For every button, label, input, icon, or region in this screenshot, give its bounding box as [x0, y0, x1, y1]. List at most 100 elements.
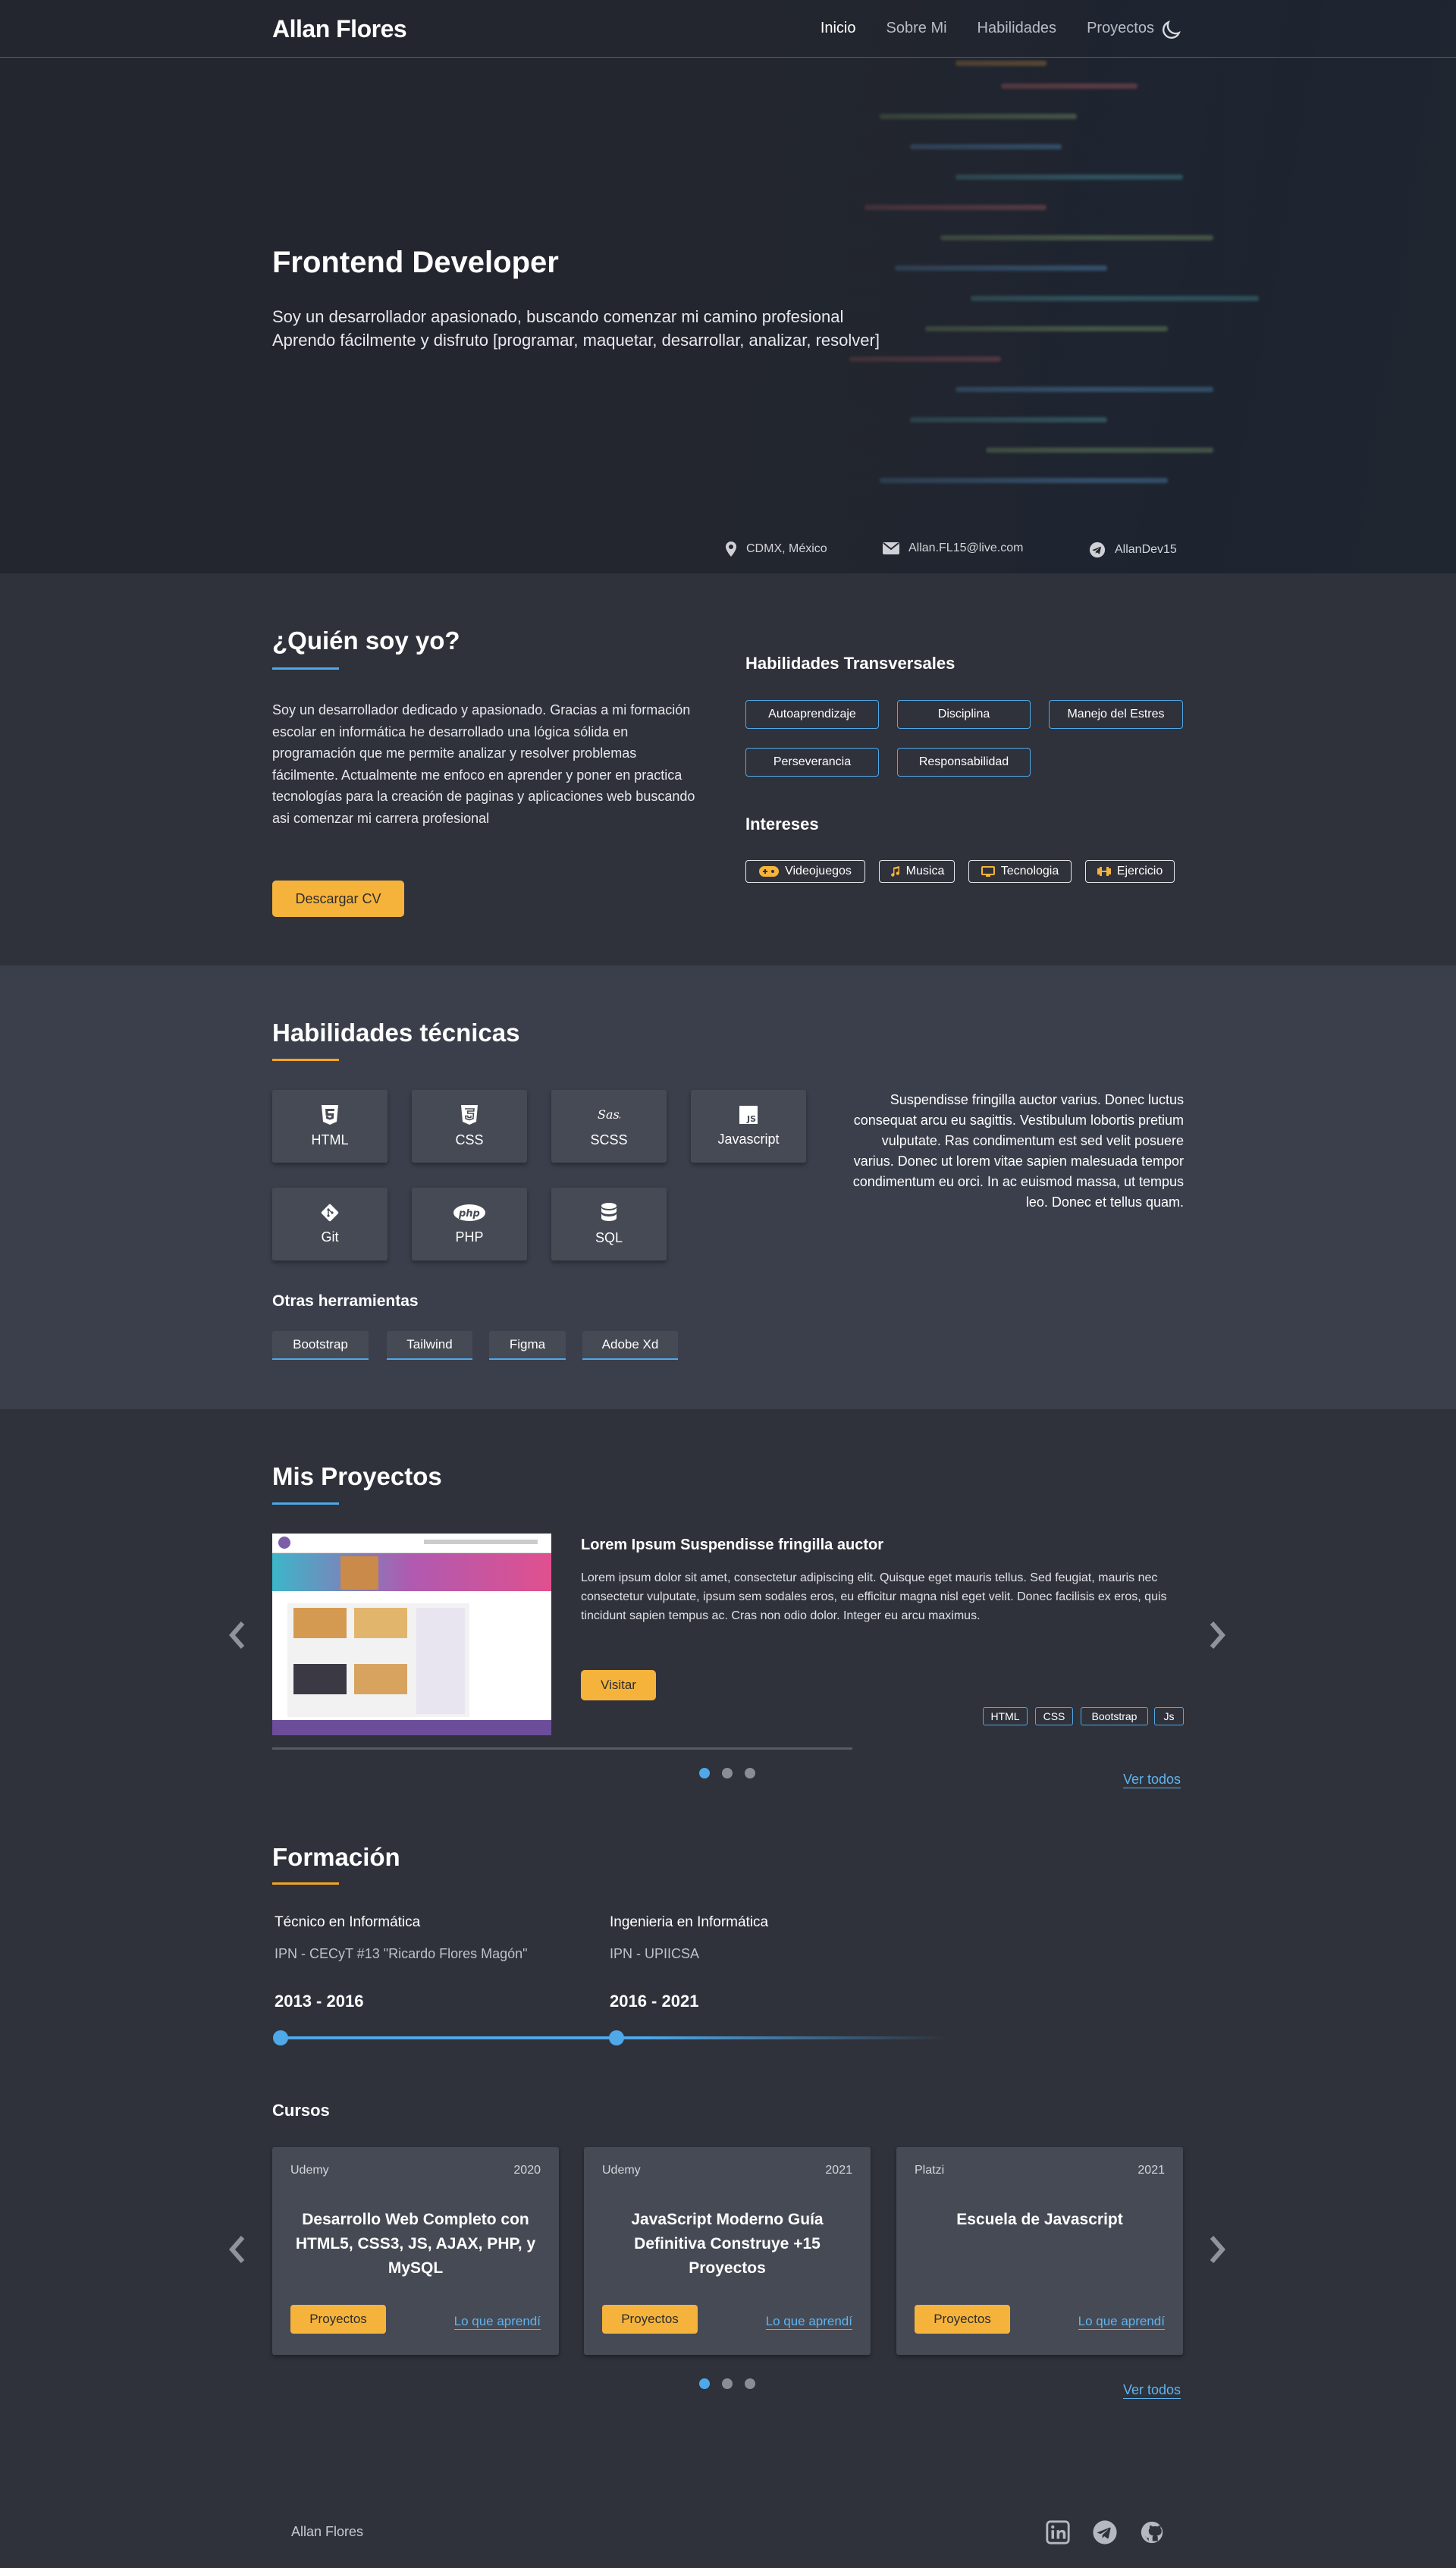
- course-platform: Udemy: [290, 2164, 329, 2177]
- carousel-progress-track: [272, 1747, 852, 1750]
- telegram-info: AllanDev15: [1089, 542, 1177, 558]
- carousel-prev-icon[interactable]: [226, 1620, 249, 1650]
- hero-subtitle: Soy un desarrollador apasionado, buscand…: [272, 305, 880, 352]
- education-years: 2016 - 2021: [610, 1992, 699, 2011]
- course-name: JavaScript Moderno Guía Definitiva Const…: [631, 2211, 824, 2277]
- about-title: ¿Quién soy yo?: [272, 626, 460, 655]
- download-cv-button[interactable]: Descargar CV: [272, 881, 404, 917]
- nav-link-habilidades[interactable]: Habilidades: [977, 20, 1057, 37]
- brand-logo[interactable]: Allan Flores: [272, 15, 407, 43]
- visit-button[interactable]: Visitar: [581, 1670, 656, 1700]
- nav-link-proyectos[interactable]: Proyectos: [1087, 20, 1154, 37]
- courses-prev-icon[interactable]: [226, 2234, 249, 2265]
- courses-see-all-link[interactable]: Ver todos: [1123, 2381, 1181, 2399]
- skill-card-javascript: JS Javascript: [691, 1090, 806, 1163]
- soft-skill-tag: Responsabilidad: [897, 748, 1031, 777]
- skill-card-css: CSS: [412, 1090, 527, 1163]
- hero-title: Frontend Developer: [272, 246, 559, 279]
- svg-text:php: php: [458, 1208, 480, 1220]
- course-learned-link[interactable]: Lo que aprendí: [1078, 2314, 1165, 2330]
- carousel-dot[interactable]: [722, 1768, 733, 1778]
- courses-carousel-dot[interactable]: [699, 2378, 710, 2389]
- hero-section: [0, 0, 1456, 573]
- css3-icon: [461, 1104, 478, 1125]
- git-icon: [321, 1204, 339, 1221]
- svg-text:JS: JS: [746, 1114, 756, 1124]
- skill-card-html: HTML: [272, 1090, 388, 1163]
- github-icon[interactable]: [1139, 2519, 1165, 2545]
- tool-tag: Bootstrap: [272, 1331, 369, 1360]
- project-tag: Bootstrap: [1081, 1707, 1148, 1725]
- course-card: Udemy 2020 Desarrollo Web Completo con H…: [272, 2147, 559, 2355]
- skills-title-underline: [272, 1059, 339, 1061]
- footer: [0, 2500, 1456, 2568]
- course-year: 2020: [513, 2164, 541, 2177]
- course-year: 2021: [1138, 2164, 1165, 2177]
- course-learned-link[interactable]: Lo que aprendí: [765, 2314, 852, 2330]
- soft-skill-tag: Disciplina: [897, 700, 1031, 729]
- footer-name: Allan Flores: [291, 2524, 364, 2539]
- project-tag: HTML: [983, 1707, 1028, 1725]
- location-text: CDMX, México: [746, 542, 827, 555]
- course-learned-link[interactable]: Lo que aprendí: [453, 2314, 541, 2330]
- dumbbell-icon: [1097, 867, 1111, 876]
- telegram-icon[interactable]: [1092, 2519, 1118, 2545]
- courses-next-icon[interactable]: [1206, 2234, 1228, 2265]
- projects-title: Mis Proyectos: [272, 1462, 442, 1490]
- hero-line-2: Aprendo fácilmente y disfruto [programar…: [272, 331, 880, 350]
- mail-icon: [883, 542, 899, 554]
- telegram-icon: [1089, 542, 1106, 558]
- map-pin-icon: [726, 542, 736, 557]
- interest-tag-musica: Musica: [879, 860, 955, 883]
- courses-carousel-dot[interactable]: [722, 2378, 733, 2389]
- interest-tag-videojuegos: Videojuegos: [745, 860, 865, 883]
- project-tag: CSS: [1035, 1707, 1073, 1725]
- nav-link-sobre-mi[interactable]: Sobre Mi: [886, 20, 947, 37]
- soft-skill-tag: Autoaprendizaje: [745, 700, 879, 729]
- sass-icon: Sass: [598, 1107, 620, 1122]
- nav-link-inicio[interactable]: Inicio: [821, 20, 856, 37]
- location-info: CDMX, México: [725, 542, 827, 557]
- skills-description: Suspendisse fringilla auctor varius. Don…: [852, 1092, 1184, 1210]
- education-years: 2013 - 2016: [275, 1992, 364, 2011]
- education-school: IPN - UPIICSA: [610, 1946, 700, 1961]
- carousel-next-icon[interactable]: [1206, 1620, 1228, 1650]
- course-year: 2021: [825, 2164, 852, 2177]
- about-title-underline: [272, 667, 339, 670]
- hero-line-1: Soy un desarrollador apasionado, buscand…: [272, 307, 844, 326]
- tool-tag: Tailwind: [387, 1331, 472, 1360]
- course-name: Escuela de Javascript: [956, 2211, 1123, 2228]
- soft-skill-tag: Manejo del Estres: [1049, 700, 1183, 729]
- linkedin-icon[interactable]: [1045, 2519, 1071, 2545]
- course-name: Desarrollo Web Completo con HTML5, CSS3,…: [295, 2211, 536, 2277]
- skill-card-scss: Sass SCSS: [551, 1090, 667, 1163]
- soft-skills-title: Habilidades Transversales: [745, 654, 956, 673]
- js-icon: JS: [739, 1105, 758, 1124]
- courses-carousel-dot[interactable]: [745, 2378, 755, 2389]
- course-projects-button[interactable]: Proyectos: [602, 2305, 698, 2334]
- php-icon: php: [453, 1204, 485, 1221]
- course-projects-button[interactable]: Proyectos: [290, 2305, 386, 2334]
- education-title-underline: [272, 1882, 339, 1885]
- skill-card-sql: SQL: [551, 1188, 667, 1260]
- html5-icon: [322, 1104, 338, 1125]
- carousel-dot[interactable]: [745, 1768, 755, 1778]
- email-text[interactable]: Allan.FL15@live.com: [908, 542, 1023, 555]
- skill-card-php: php PHP: [412, 1188, 527, 1260]
- svg-text:Sass: Sass: [598, 1107, 620, 1122]
- gamepad-icon: [759, 866, 780, 877]
- monitor-icon: [981, 866, 995, 877]
- education-school: IPN - CECyT #13 "Ricardo Flores Magón": [275, 1946, 528, 1961]
- moon-icon[interactable]: [1159, 18, 1183, 42]
- tool-tag: Figma: [489, 1331, 566, 1360]
- telegram-text[interactable]: AllanDev15: [1115, 543, 1177, 557]
- course-projects-button[interactable]: Proyectos: [915, 2305, 1010, 2334]
- about-text: Soy un desarrollador dedicado y apasiona…: [272, 702, 695, 826]
- education-degree: Técnico en Informática: [275, 1914, 421, 1930]
- education-title: Formación: [272, 1843, 400, 1871]
- interest-tag-tecnologia: Tecnologia: [968, 860, 1072, 883]
- course-platform: Udemy: [602, 2164, 641, 2177]
- projects-see-all-link[interactable]: Ver todos: [1123, 1771, 1181, 1788]
- carousel-dot[interactable]: [699, 1768, 710, 1778]
- skills-title: Habilidades técnicas: [272, 1019, 520, 1047]
